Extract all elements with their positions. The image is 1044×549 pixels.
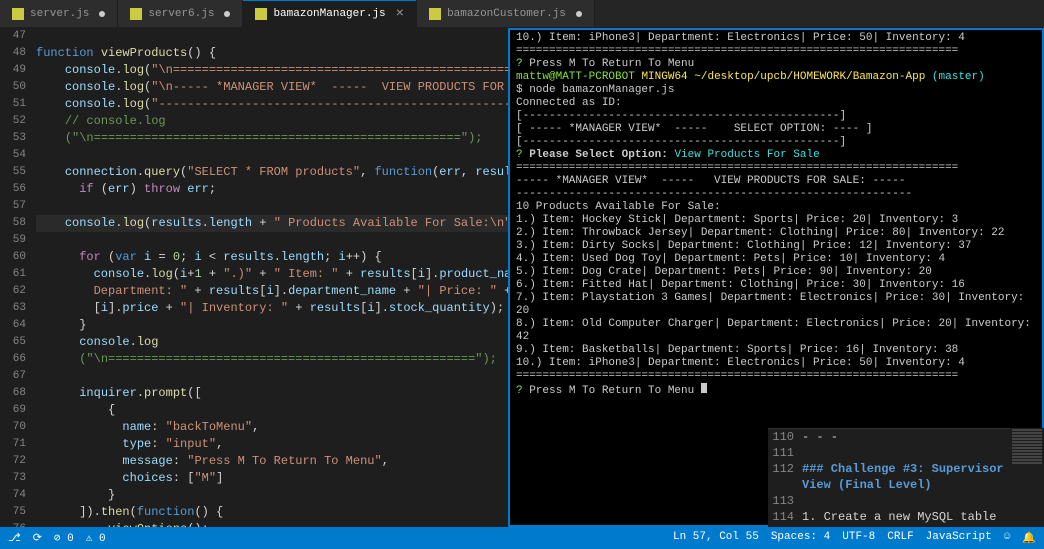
sync-icon[interactable]: ⟳ bbox=[33, 531, 42, 545]
branch-icon[interactable]: ⎇ bbox=[8, 531, 21, 545]
status-encoding[interactable]: UTF-8 bbox=[842, 531, 875, 545]
tab-server-js[interactable]: server.js bbox=[0, 0, 118, 27]
feedback-icon[interactable]: ☺ bbox=[1004, 531, 1011, 545]
status-warnings[interactable]: ⚠ 0 bbox=[86, 531, 106, 545]
dirty-dot-icon bbox=[99, 11, 105, 17]
js-file-icon bbox=[255, 8, 267, 20]
js-file-icon bbox=[429, 8, 441, 20]
dirty-dot-icon bbox=[224, 11, 230, 17]
status-errors[interactable]: ⊘ 0 bbox=[54, 531, 74, 545]
tab-bamazonCustomer-js[interactable]: bamazonCustomer.js bbox=[417, 0, 595, 27]
markdown-preview[interactable]: 110- - -111112### Challenge #3: Supervis… bbox=[768, 428, 1010, 527]
js-file-icon bbox=[12, 8, 24, 20]
bell-icon[interactable]: 🔔 bbox=[1022, 531, 1036, 545]
code-area[interactable]: function viewProducts() { console.log("\… bbox=[36, 28, 508, 527]
editor-tabs: server.jsserver6.jsbamazonManager.js×bam… bbox=[0, 0, 1044, 28]
js-file-icon bbox=[130, 8, 142, 20]
status-bar: ⎇ ⟳ ⊘ 0 ⚠ 0 Ln 57, Col 55 Spaces: 4 UTF-… bbox=[0, 527, 1044, 549]
status-eol[interactable]: CRLF bbox=[887, 531, 913, 545]
tab-bamazonManager-js[interactable]: bamazonManager.js× bbox=[243, 0, 417, 27]
dirty-dot-icon bbox=[576, 11, 582, 17]
code-editor[interactable]: 4748495051525354555657585960616263646566… bbox=[0, 28, 508, 527]
status-ln-col[interactable]: Ln 57, Col 55 bbox=[673, 531, 759, 545]
line-gutter: 4748495051525354555657585960616263646566… bbox=[0, 28, 36, 527]
close-icon[interactable]: × bbox=[396, 6, 404, 22]
status-spaces[interactable]: Spaces: 4 bbox=[771, 531, 830, 545]
minimap[interactable] bbox=[1010, 428, 1044, 527]
status-language[interactable]: JavaScript bbox=[926, 531, 992, 545]
tab-server6-js[interactable]: server6.js bbox=[118, 0, 243, 27]
